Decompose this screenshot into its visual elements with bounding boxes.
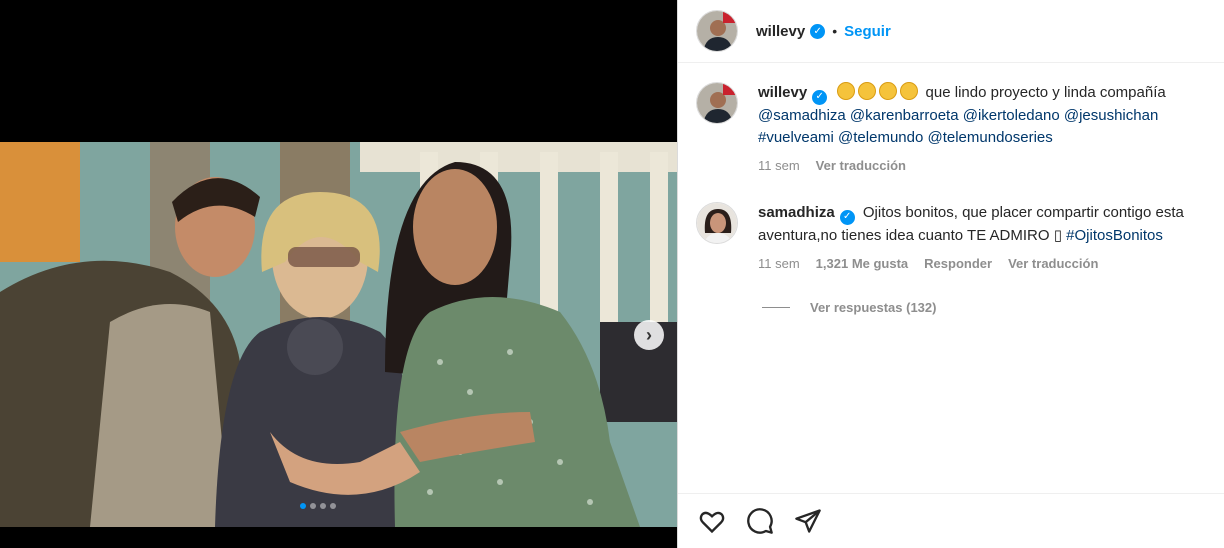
- view-replies-button[interactable]: Ver respuestas (132): [762, 300, 936, 315]
- comment-icon[interactable]: [746, 507, 774, 535]
- author-username[interactable]: willevy: [756, 23, 805, 40]
- follow-button[interactable]: Seguir: [844, 23, 891, 40]
- separator: •: [832, 23, 838, 39]
- comment-hashtag[interactable]: #OjitosBonitos: [1066, 227, 1163, 244]
- carousel-dot: [320, 503, 326, 509]
- carousel-dot: [330, 503, 336, 509]
- heart-icon[interactable]: [698, 507, 726, 535]
- carousel-dot: [300, 503, 306, 509]
- caption-username[interactable]: willevy: [758, 84, 807, 101]
- verified-icon: ✓: [812, 89, 828, 105]
- emoji-icon: [858, 82, 877, 100]
- caption-meta: 11 sem Ver traducción: [758, 155, 1166, 177]
- emoji-icon: [900, 82, 919, 100]
- caption-mentions[interactable]: @samadhiza @karenbarroeta @ikertoledano …: [758, 105, 1166, 127]
- comment-text: Ojitos bonitos, que placer compartir con…: [862, 204, 1184, 221]
- emoji-icon: [879, 82, 898, 100]
- comments-list: willevy ✓ que lindo proyecto y linda comp…: [678, 64, 1224, 494]
- translate-link[interactable]: Ver traducción: [1008, 253, 1098, 275]
- comment: samadhiza ✓ Ojitos bonitos, que placer co…: [696, 202, 1224, 275]
- avatar[interactable]: [696, 10, 738, 52]
- comment-text-line2: aventura,no tienes idea cuanto TE ADMIRO…: [758, 226, 1062, 244]
- post-media: ›: [0, 0, 677, 548]
- emoji-group: [837, 82, 925, 101]
- comment-meta: 11 sem 1,321 Me gusta Responder Ver trad…: [758, 253, 1184, 275]
- chevron-right-icon: ›: [646, 324, 652, 345]
- reply-button[interactable]: Responder: [924, 253, 992, 275]
- post-details-panel: willevy ✓ • Seguir willevy ✓ que lindo p…: [677, 0, 1224, 548]
- post-header: willevy ✓ • Seguir: [678, 0, 1224, 63]
- verified-icon: ✓: [839, 209, 855, 225]
- comment-time: 11 sem: [758, 255, 800, 271]
- caption-time: 11 sem: [758, 157, 800, 173]
- caption-hashtags[interactable]: #vuelveami @telemundo @telemundoseries: [758, 127, 1166, 149]
- carousel-next-button[interactable]: ›: [634, 320, 664, 350]
- translate-link[interactable]: Ver traducción: [816, 155, 906, 177]
- comment-body: samadhiza ✓ Ojitos bonitos, que placer co…: [758, 202, 1184, 275]
- carousel-dot: [310, 503, 316, 509]
- post-actions: [678, 493, 1224, 548]
- share-icon[interactable]: [794, 507, 822, 535]
- caption: willevy ✓ que lindo proyecto y linda comp…: [696, 82, 1224, 177]
- caption-text: que lindo proyecto y linda compañía: [925, 84, 1166, 101]
- divider: [762, 307, 790, 308]
- emoji-icon: [837, 82, 856, 100]
- verified-icon: ✓: [810, 23, 826, 39]
- avatar[interactable]: [696, 82, 738, 124]
- post-photo: [0, 142, 677, 527]
- comment-username[interactable]: samadhiza: [758, 204, 835, 221]
- view-replies-label: Ver respuestas (132): [810, 300, 937, 315]
- carousel-dots: [300, 503, 336, 509]
- comment-likes[interactable]: 1,321 Me gusta: [816, 253, 909, 275]
- caption-body: willevy ✓ que lindo proyecto y linda comp…: [758, 82, 1166, 177]
- avatar[interactable]: [696, 202, 738, 244]
